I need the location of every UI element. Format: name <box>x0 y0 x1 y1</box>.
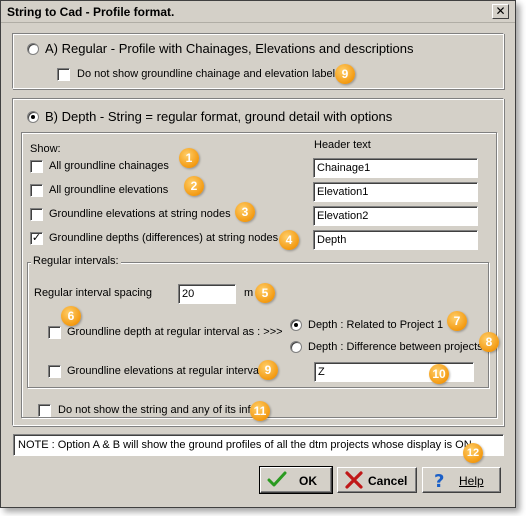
callout-badge-11: 11 <box>250 401 270 421</box>
header-elevation2-input[interactable]: Elevation2 <box>313 206 478 226</box>
callout-badge-8: 8 <box>479 332 499 352</box>
window-title: String to Cad - Profile format. <box>7 5 175 19</box>
close-icon: ✕ <box>495 4 506 18</box>
close-button[interactable]: ✕ <box>492 4 509 19</box>
cancel-button[interactable]: Cancel <box>337 467 417 493</box>
callout-badge-7: 7 <box>447 311 467 331</box>
elevations-header-input[interactable]: Z <box>314 362 474 382</box>
option-a-panel: A) Regular - Profile with Chainages, Ele… <box>12 33 504 89</box>
all-elevations-label[interactable]: All groundline elevations <box>49 184 168 196</box>
node-depths-label[interactable]: Groundline depths (differences) at strin… <box>49 232 278 244</box>
depth-regular-interval-checkbox[interactable] <box>48 326 61 339</box>
elevations-regular-interval-checkbox[interactable] <box>48 365 61 378</box>
depth-related-radio[interactable] <box>290 319 302 331</box>
note-box: NOTE : Option A & B will show the ground… <box>13 434 504 456</box>
header-depth-input[interactable]: Depth <box>313 230 478 250</box>
callout-badge-3: 3 <box>235 202 255 222</box>
option-a-label[interactable]: A) Regular - Profile with Chainages, Ele… <box>45 41 414 56</box>
checkmark-icon <box>267 471 287 487</box>
help-button-label: Help <box>459 474 484 488</box>
hide-string-info-checkbox[interactable] <box>38 404 51 417</box>
all-elevations-checkbox[interactable] <box>30 184 43 197</box>
elevations-regular-interval-label[interactable]: Groundline elevations at regular interva… <box>67 365 267 377</box>
all-chainages-checkbox[interactable] <box>30 160 43 173</box>
hide-groundline-labels-label[interactable]: Do not show groundline chainage and elev… <box>77 68 341 80</box>
header-elevation1-input[interactable]: Elevation1 <box>313 182 478 202</box>
hide-string-info-label[interactable]: Do not show the string and any of its in… <box>58 404 257 416</box>
callout-badge-10: 10 <box>429 364 449 384</box>
callout-badge-12: 12 <box>463 443 483 463</box>
depth-difference-radio[interactable] <box>290 341 302 353</box>
help-button[interactable]: ? Help <box>422 467 501 493</box>
ok-button[interactable]: OK <box>259 466 333 494</box>
interval-spacing-input[interactable]: 20 <box>178 284 236 304</box>
node-depths-checkbox[interactable]: ✓ <box>30 232 43 245</box>
regular-intervals-group: Regular intervals: Regular interval spac… <box>27 255 499 388</box>
regular-intervals-legend: Regular intervals: <box>31 255 121 267</box>
title-bar: String to Cad - Profile format. ✕ <box>1 1 515 23</box>
note-text: NOTE : Option A & B will show the ground… <box>18 439 472 451</box>
all-chainages-label[interactable]: All groundline chainages <box>49 160 169 172</box>
callout-badge-4: 4 <box>279 230 299 250</box>
svg-text:?: ? <box>434 471 444 489</box>
interval-spacing-label: Regular interval spacing <box>34 287 153 299</box>
option-b-panel: B) Depth - String = regular format, grou… <box>12 98 504 426</box>
interval-spacing-unit: m <box>244 287 254 299</box>
callout-badge-2: 2 <box>184 176 204 196</box>
callout-badge-6: 6 <box>61 306 81 326</box>
hide-groundline-labels-checkbox[interactable] <box>57 68 70 81</box>
profile-format-dialog: String to Cad - Profile format. ✕ A) Reg… <box>0 0 516 508</box>
callout-badge-9b: 9 <box>258 360 278 380</box>
option-a-radio[interactable] <box>27 43 39 55</box>
header-text-heading: Header text <box>314 139 371 151</box>
question-mark-icon: ? <box>434 471 444 489</box>
depth-regular-interval-label[interactable]: Groundline depth at regular interval as … <box>67 326 283 338</box>
x-cross-icon <box>345 471 363 489</box>
callout-badge-1: 1 <box>179 148 199 168</box>
node-elevations-checkbox[interactable] <box>30 208 43 221</box>
depth-related-label[interactable]: Depth : Related to Project 1 <box>308 319 443 331</box>
option-b-label[interactable]: B) Depth - String = regular format, grou… <box>45 109 392 124</box>
option-b-options-group: Show: Header text All groundline chainag… <box>21 132 499 418</box>
callout-badge-9a: 9 <box>335 64 355 84</box>
show-heading: Show: <box>30 143 61 155</box>
callout-badge-5: 5 <box>255 283 275 303</box>
ok-button-label: OK <box>299 474 317 488</box>
option-b-radio[interactable] <box>27 111 39 123</box>
node-elevations-label[interactable]: Groundline elevations at string nodes <box>49 208 231 220</box>
cancel-button-label: Cancel <box>368 474 408 488</box>
depth-difference-label[interactable]: Depth : Difference between projects <box>308 341 483 353</box>
header-chainage-input[interactable]: Chainage1 <box>313 158 478 178</box>
